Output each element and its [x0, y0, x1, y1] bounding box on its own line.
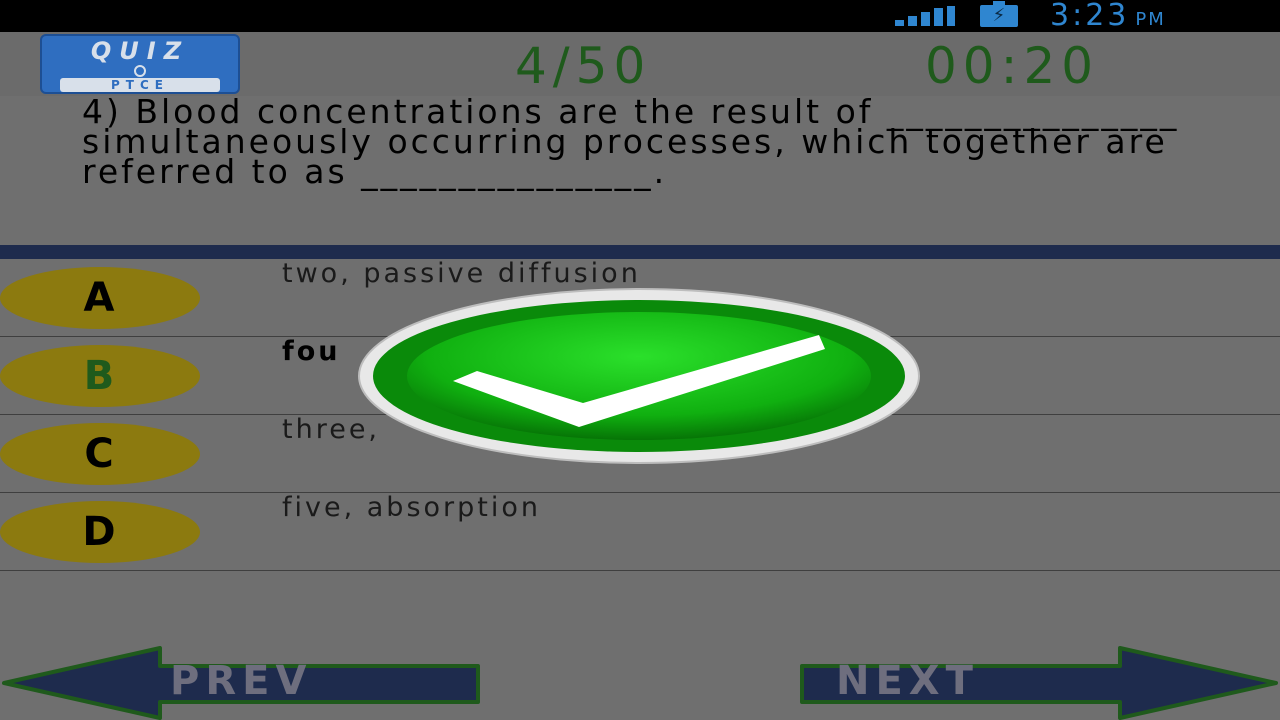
next-label: NEXT — [836, 658, 979, 704]
prev-label: PREV — [170, 658, 313, 704]
logo-subtitle: PTCE — [60, 78, 220, 92]
logo-globe-icon — [134, 65, 146, 77]
correct-feedback — [357, 287, 921, 465]
quiz-logo: QUIZ PTCE — [40, 34, 240, 94]
option-b-text: fou — [282, 336, 341, 367]
question-counter: 4/50 — [515, 37, 652, 95]
option-d-badge[interactable]: D — [0, 501, 200, 563]
green-checkmark-icon — [358, 288, 920, 464]
status-bar: ⚡ 3:23 PM — [0, 0, 1280, 32]
option-a-badge[interactable]: A — [0, 267, 200, 329]
option-d[interactable]: D five, absorption — [0, 493, 1280, 571]
option-d-text: five, absorption — [282, 492, 541, 523]
signal-bars-icon — [895, 6, 957, 26]
status-ampm: PM — [1135, 9, 1166, 30]
question-text: 4) Blood concentrations are the result o… — [82, 97, 1180, 191]
option-c-badge[interactable]: C — [0, 423, 200, 485]
option-b-badge[interactable]: B — [0, 345, 200, 407]
logo-title: QUIZ — [90, 37, 190, 65]
next-button[interactable]: NEXT — [798, 646, 1280, 720]
status-clock: 3:23 PM — [1050, 0, 1166, 32]
quiz-timer: 00:20 — [925, 37, 1100, 95]
prev-button[interactable]: PREV — [0, 646, 482, 720]
status-time: 3:23 — [1050, 0, 1130, 33]
question-divider — [0, 245, 1280, 259]
battery-charging-icon: ⚡ — [980, 1, 1018, 27]
